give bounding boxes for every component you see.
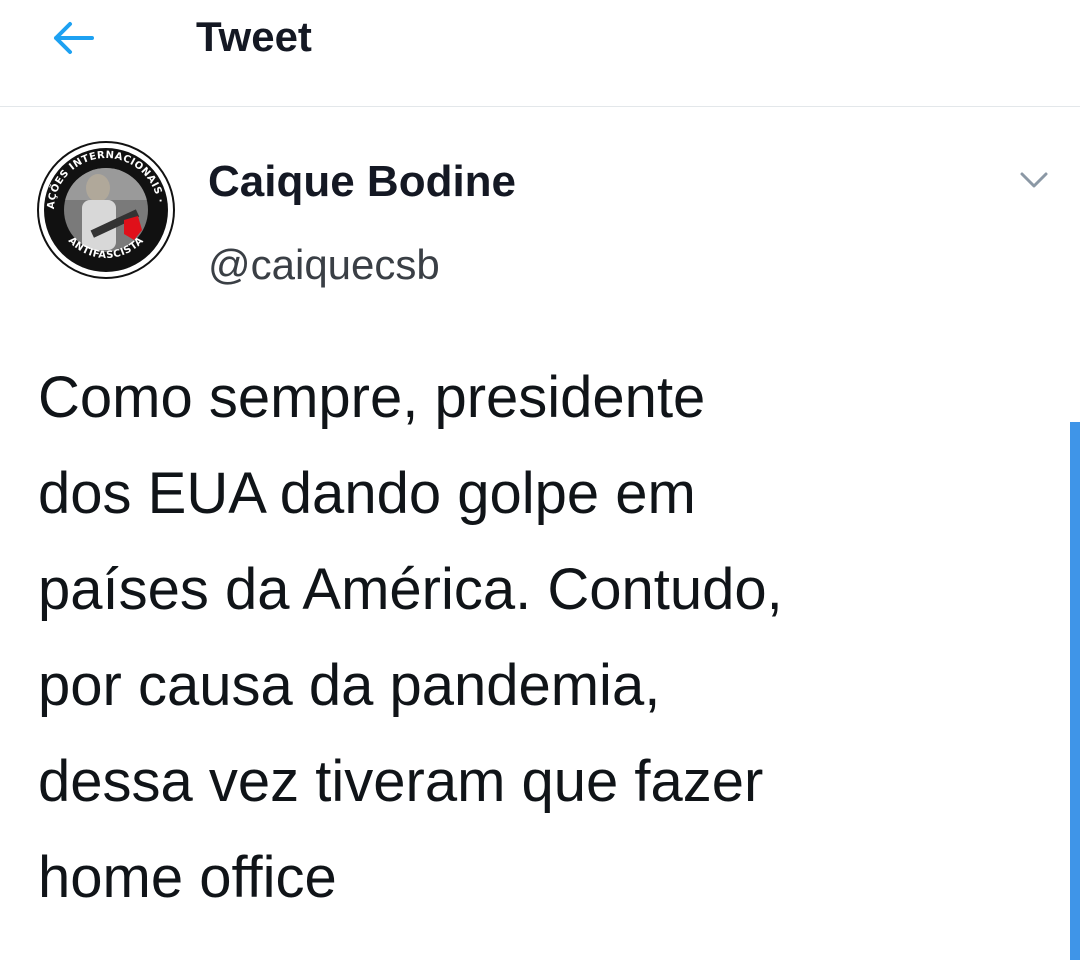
tweet-menu-button[interactable] <box>1008 158 1060 202</box>
tweet-line: home office <box>38 845 337 910</box>
tweet-line: países da América. Contudo, <box>38 557 783 622</box>
avatar[interactable]: RELAÇÕES INTERNACIONAIS · USP ANTIFASCIS… <box>32 132 176 280</box>
back-button[interactable] <box>40 14 104 62</box>
top-app-bar: Tweet <box>0 0 1080 107</box>
tweet-line: dessa vez tiveram que fazer <box>38 749 764 814</box>
avatar-image: RELAÇÕES INTERNACIONAIS · USP ANTIFASCIS… <box>32 132 175 279</box>
arrow-left-icon <box>54 22 94 54</box>
tweet-line: Como sempre, presidente <box>38 365 706 430</box>
tweet-text: Como sempre, presidente dos EUA dando go… <box>38 350 1048 926</box>
author-name[interactable]: Caique Bodine <box>208 154 516 210</box>
tweet-line: por causa da pandemia, <box>38 653 661 718</box>
chevron-down-icon <box>1020 172 1048 188</box>
page-title: Tweet <box>196 13 312 60</box>
scrollbar[interactable] <box>1070 422 1080 960</box>
tweet-line: dos EUA dando golpe em <box>38 461 696 526</box>
author-handle[interactable]: @caiquecsb <box>208 238 440 292</box>
